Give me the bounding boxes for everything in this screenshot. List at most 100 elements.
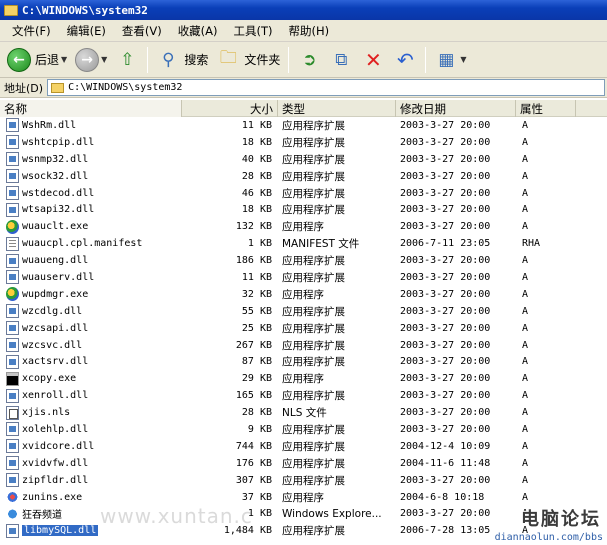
file-row[interactable]: wshtcpip.dll 18 KB 应用程序扩展 2003-3-27 20:00 A	[0, 134, 607, 151]
back-dropdown-icon[interactable]: ▼	[61, 55, 67, 64]
file-row[interactable]: xvidvfw.dll 176 KB 应用程序扩展 2004-11-6 11:48 A	[0, 455, 607, 472]
search-icon: ⚲	[162, 49, 175, 70]
file-name-cell: wzcsvc.dll	[0, 338, 182, 353]
file-row[interactable]: wstdecod.dll 46 KB 应用程序扩展 2003-3-27 20:00 A	[0, 185, 607, 202]
file-name: xjis.nls	[22, 407, 71, 419]
file-name-cell: libmySQL.dll	[0, 523, 182, 538]
file-name-cell: wsock32.dll	[0, 169, 182, 184]
file-modified: 2003-3-27 20:00	[400, 423, 491, 435]
forum-logo: 电脑论坛	[521, 509, 601, 530]
file-row[interactable]: wuauserv.dll 11 KB 应用程序扩展 2003-3-27 20:00 A	[0, 269, 607, 286]
file-row[interactable]: wsock32.dll 28 KB 应用程序扩展 2003-3-27 20:00 A	[0, 168, 607, 185]
file-type: MANIFEST 文件	[282, 238, 360, 251]
file-row[interactable]: 狂吞频道 1 KB Windows Explore... 2003-3-27 20:0…	[0, 505, 607, 522]
file-row[interactable]: zunins.exe 37 KB 应用程序 2004-6-8 10:18 A	[0, 489, 607, 506]
file-name: xvidvfw.dll	[22, 457, 89, 469]
file-size: 28 KB	[241, 407, 272, 419]
file-attributes: A	[522, 204, 529, 216]
menu-favorites[interactable]: 收藏(A)	[170, 23, 226, 39]
list-header: 名称 大小 类型 修改日期 属性	[0, 100, 607, 117]
file-name: wshtcpip.dll	[22, 136, 95, 148]
file-modified: 2003-3-27 20:00	[400, 390, 491, 402]
file-type: 应用程序扩展	[282, 305, 345, 318]
dll-file-icon	[6, 388, 19, 403]
file-row[interactable]: zipfldr.dll 307 KB 应用程序扩展 2003-3-27 20:00 A	[0, 472, 607, 489]
file-type: 应用程序	[282, 221, 324, 234]
column-header-type[interactable]: 类型	[278, 100, 396, 117]
menu-view[interactable]: 查看(V)	[114, 23, 170, 39]
file-size: 37 KB	[241, 491, 272, 503]
address-input[interactable]: C:\WINDOWS\system32	[47, 79, 605, 96]
column-header-name[interactable]: 名称	[0, 100, 182, 117]
menu-tools[interactable]: 工具(T)	[226, 23, 281, 39]
delete-button[interactable]: ✕	[357, 45, 389, 75]
file-name-cell: wupdmgr.exe	[0, 287, 182, 302]
file-type: 应用程序	[282, 491, 324, 504]
file-row[interactable]: wzcdlg.dll 55 KB 应用程序扩展 2003-3-27 20:00 A	[0, 303, 607, 320]
file-modified: 2003-3-27 20:00	[400, 288, 491, 300]
file-name-cell: wstdecod.dll	[0, 186, 182, 200]
file-modified: 2003-3-27 20:00	[400, 474, 491, 486]
file-modified: 2003-3-27 20:00	[400, 407, 491, 419]
menu-help[interactable]: 帮助(H)	[281, 23, 338, 39]
file-name-cell: wshtcpip.dll	[0, 135, 182, 150]
menu-file[interactable]: 文件(F)	[4, 23, 59, 39]
forward-button[interactable]: → ▼	[71, 45, 111, 75]
file-row[interactable]: xactsrv.dll 87 KB 应用程序扩展 2003-3-27 20:00 A	[0, 353, 607, 370]
folders-button[interactable]: 🗀 文件夹	[212, 45, 284, 75]
up-folder-icon: ⇧	[120, 49, 135, 70]
views-dropdown-icon[interactable]: ▼	[460, 55, 466, 64]
file-modified: 2004-11-6 11:48	[400, 457, 491, 469]
file-row[interactable]: wuaucpl.cpl.manifest 1 KB MANIFEST 文件 2006-…	[0, 235, 607, 252]
file-list: WshRm.dll 11 KB 应用程序扩展 2003-3-27 20:00 Awsht…	[0, 117, 607, 545]
toolbar: ← 后退 ▼ → ▼ ⇧ ⚲ 搜索 🗀 文件夹 ➲ ⧉ ✕ ↶ ▦ ▼	[0, 42, 607, 78]
file-row[interactable]: wzcsapi.dll 25 KB 应用程序扩展 2003-3-27 20:00 A	[0, 320, 607, 337]
file-size: 307 KB	[235, 474, 272, 486]
back-label: 后退	[35, 53, 60, 67]
move-to-icon: ➲	[302, 49, 317, 70]
file-row[interactable]: wsnmp32.dll 40 KB 应用程序扩展 2003-3-27 20:00 A	[0, 151, 607, 168]
forward-dropdown-icon[interactable]: ▼	[101, 55, 107, 64]
file-modified: 2003-3-27 20:00	[400, 153, 491, 165]
file-name-cell: zunins.exe	[0, 490, 182, 505]
file-name: wupdmgr.exe	[22, 288, 89, 300]
file-row[interactable]: xenroll.dll 165 KB 应用程序扩展 2003-3-27 20:00 A	[0, 387, 607, 404]
column-header-size[interactable]: 大小	[182, 100, 278, 117]
file-row[interactable]: wzcsvc.dll 267 KB 应用程序扩展 2003-3-27 20:00 A	[0, 337, 607, 354]
file-row[interactable]: xjis.nls 28 KB NLS 文件 2003-3-27 20:00 A	[0, 404, 607, 421]
file-size: 11 KB	[241, 271, 272, 283]
file-row[interactable]: wuauclt.exe 132 KB 应用程序 2003-3-27 20:00 A	[0, 218, 607, 235]
dll-file-icon	[6, 253, 19, 268]
back-button[interactable]: ← 后退 ▼	[3, 45, 71, 75]
file-row[interactable]: wtsapi32.dll 18 KB 应用程序扩展 2003-3-27 20:00 A	[0, 201, 607, 218]
dll-file-icon	[6, 304, 19, 319]
file-row[interactable]: wuaueng.dll 186 KB 应用程序扩展 2003-3-27 20:00 A	[0, 252, 607, 269]
file-name-cell: xactsrv.dll	[0, 354, 182, 369]
file-row[interactable]: WshRm.dll 11 KB 应用程序扩展 2003-3-27 20:00 A	[0, 117, 607, 134]
column-header-modified[interactable]: 修改日期	[396, 100, 516, 117]
dll-file-icon	[6, 118, 19, 133]
file-attributes: A	[522, 136, 529, 148]
up-folder-button[interactable]: ⇧	[111, 45, 143, 75]
move-to-button[interactable]: ➲	[293, 45, 325, 75]
dll-file-icon	[6, 135, 19, 150]
file-row[interactable]: xvidcore.dll 744 KB 应用程序扩展 2004-12-4 10:09 A	[0, 438, 607, 455]
file-row[interactable]: xcopy.exe 29 KB 应用程序 2003-3-27 20:00 A	[0, 370, 607, 387]
file-row[interactable]: wupdmgr.exe 32 KB 应用程序 2003-3-27 20:00 A	[0, 286, 607, 303]
address-bar: 地址(D) C:\WINDOWS\system32	[0, 78, 607, 98]
file-attributes: A	[522, 423, 529, 435]
column-header-attributes[interactable]: 属性	[516, 100, 576, 117]
toolbar-separator	[425, 46, 427, 73]
file-attributes: A	[522, 457, 529, 469]
views-button[interactable]: ▦ ▼	[430, 45, 470, 75]
url-file-icon	[6, 506, 19, 521]
forward-arrow-icon: →	[75, 47, 100, 72]
file-name-cell: xjis.nls	[0, 405, 182, 420]
copy-to-button[interactable]: ⧉	[325, 45, 357, 75]
file-attributes: A	[522, 255, 529, 267]
search-button[interactable]: ⚲ 搜索	[152, 45, 212, 75]
menu-edit[interactable]: 编辑(E)	[59, 23, 114, 39]
undo-button[interactable]: ↶	[389, 45, 421, 75]
file-row[interactable]: xolehlp.dll 9 KB 应用程序扩展 2003-3-27 20:00 A	[0, 421, 607, 438]
file-size: 9 KB	[247, 423, 272, 435]
